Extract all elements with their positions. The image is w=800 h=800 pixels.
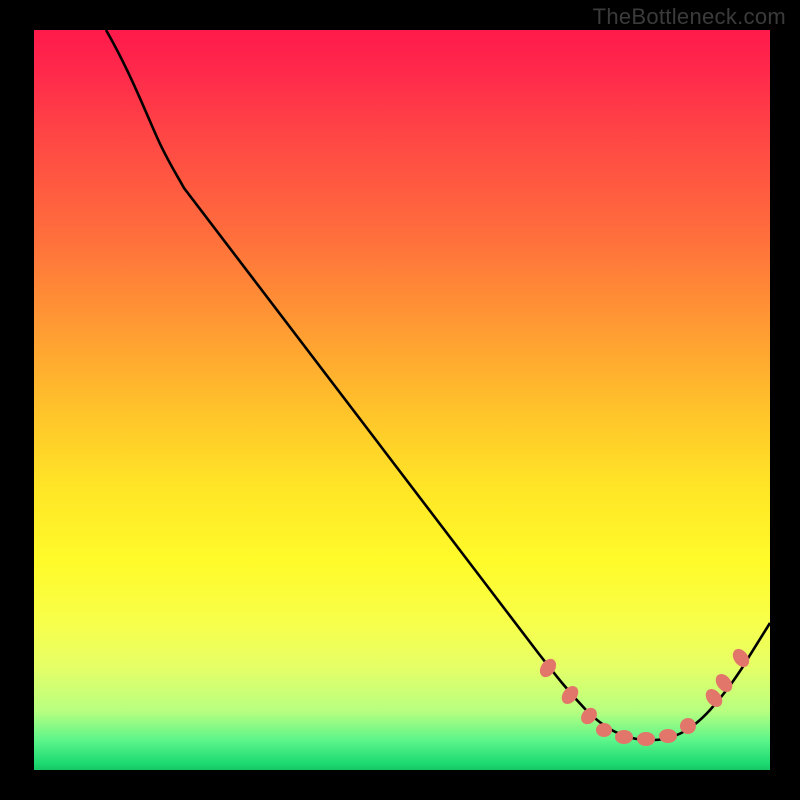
bottleneck-curve	[106, 30, 770, 740]
valley-markers	[537, 646, 753, 746]
watermark-text: TheBottleneck.com	[593, 4, 786, 30]
chart-svg	[34, 30, 770, 770]
